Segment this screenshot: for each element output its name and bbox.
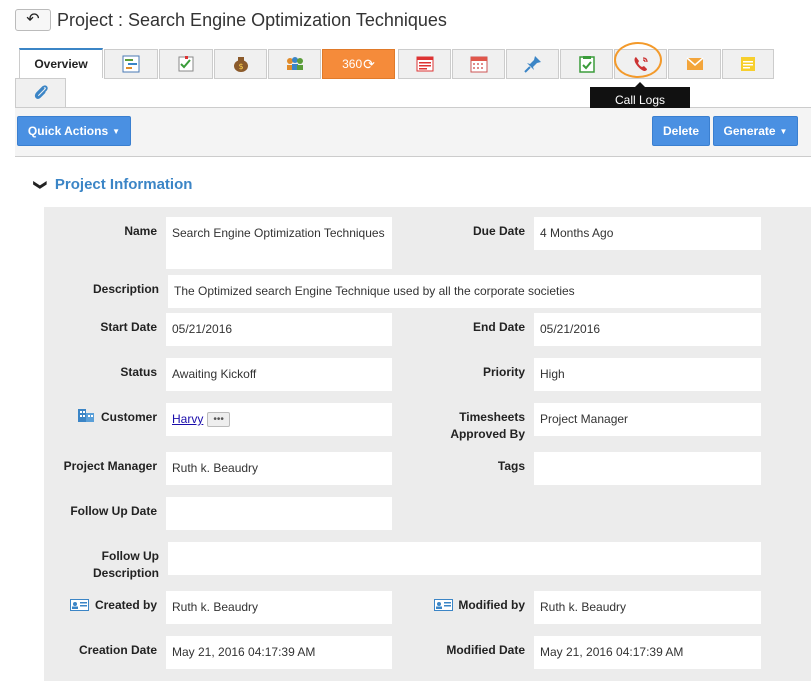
- tab-email[interactable]: [668, 49, 721, 79]
- follow-up-description-label: Follow Up Description: [92, 549, 159, 580]
- chevron-down-icon: ❯: [33, 179, 49, 190]
- tab-gantt[interactable]: [104, 49, 158, 79]
- follow-up-date-value: [166, 497, 392, 530]
- customer-value-box: Harvy •••: [166, 403, 392, 436]
- checklist-icon: [578, 56, 595, 73]
- attachment-icon: [34, 85, 48, 99]
- refresh-icon: ⟳: [363, 55, 375, 72]
- tab-360[interactable]: 360 ⟳: [322, 49, 395, 79]
- customer-label: Customer: [100, 410, 157, 424]
- money-bag-icon: $: [233, 57, 248, 72]
- modified-by-card-icon: [434, 598, 453, 616]
- timesheets-label: Timesheets Approved By: [450, 410, 525, 441]
- start-date-label: Start Date: [100, 320, 157, 334]
- tags-value: [534, 452, 761, 485]
- creation-date-value: May 21, 2016 04:17:39 AM: [166, 636, 392, 669]
- caret-down-icon: ▼: [779, 126, 788, 136]
- tab-calendar[interactable]: [452, 49, 505, 79]
- tasks-icon: [178, 56, 194, 72]
- follow-up-date-label: Follow Up Date: [70, 504, 157, 518]
- page-title: Project : Search Engine Optimization Tec…: [57, 10, 447, 30]
- end-date-value: 05/21/2016: [534, 313, 761, 346]
- arrow-left-icon: ↶: [26, 11, 40, 28]
- contacts-icon: [286, 57, 303, 70]
- start-date-value: 05/21/2016: [166, 313, 392, 346]
- generate-button[interactable]: Generate ▼: [713, 116, 798, 146]
- 360-label: 360: [342, 57, 363, 71]
- generate-label: Generate: [723, 124, 776, 138]
- section-title: Project Information: [54, 176, 193, 193]
- pin-icon: [523, 56, 541, 73]
- modified-date-value: May 21, 2016 04:17:39 AM: [534, 636, 761, 669]
- priority-label: Priority: [482, 365, 525, 379]
- tab-budget[interactable]: $: [214, 49, 267, 79]
- delete-button[interactable]: Delete: [652, 116, 710, 146]
- tab-pins[interactable]: [506, 49, 559, 79]
- back-button[interactable]: ↶: [15, 9, 51, 31]
- gantt-icon: [122, 55, 140, 73]
- customer-link[interactable]: Harvy: [172, 412, 203, 426]
- modified-by-value: Ruth k. Beaudry: [534, 591, 761, 624]
- call-logs-highlight: [614, 42, 662, 78]
- created-by-card-icon: [70, 598, 89, 616]
- customer-building-icon: [77, 406, 95, 427]
- project-manager-label: Project Manager: [63, 459, 157, 473]
- tab-overview[interactable]: Overview: [19, 48, 103, 78]
- due-date-label: Due Date: [472, 224, 525, 238]
- name-value: Search Engine Optimization Techniques: [166, 217, 392, 269]
- follow-up-description-value: [168, 542, 761, 575]
- caret-down-icon: ▼: [112, 126, 121, 136]
- quick-actions-button[interactable]: Quick Actions ▼: [17, 116, 131, 146]
- tags-label: Tags: [497, 459, 525, 473]
- project-manager-value: Ruth k. Beaudry: [166, 452, 392, 485]
- tab-notes-sticky[interactable]: [722, 49, 774, 79]
- notes-list-icon: [416, 56, 433, 72]
- svg-text:$: $: [238, 62, 243, 71]
- more-options-button[interactable]: •••: [207, 412, 230, 428]
- modified-date-label: Modified Date: [446, 643, 525, 657]
- creation-date-label: Creation Date: [78, 643, 157, 657]
- created-by-label: Created by: [94, 598, 157, 612]
- section-header[interactable]: ❯ Project Information: [33, 176, 193, 193]
- quick-actions-label: Quick Actions: [27, 124, 109, 138]
- calendar-icon: [470, 56, 487, 73]
- status-value: Awaiting Kickoff: [166, 358, 392, 391]
- status-label: Status: [120, 365, 157, 379]
- created-by-value: Ruth k. Beaudry: [166, 591, 392, 624]
- description-label: Description: [92, 282, 159, 296]
- due-date-value: 4 Months Ago: [534, 217, 761, 250]
- name-label: Name: [124, 224, 157, 238]
- description-value: The Optimized search Engine Technique us…: [168, 275, 761, 308]
- tab-checklist[interactable]: [560, 49, 613, 79]
- tab-attachments[interactable]: [15, 78, 66, 108]
- timesheets-value: Project Manager: [534, 403, 761, 436]
- tab-notes[interactable]: [398, 49, 451, 79]
- end-date-label: End Date: [472, 320, 525, 334]
- tab-tasks[interactable]: [159, 49, 213, 79]
- tab-contacts[interactable]: [268, 49, 321, 79]
- email-icon: [686, 57, 703, 70]
- priority-value: High: [534, 358, 761, 391]
- sticky-note-icon: [741, 57, 755, 71]
- modified-by-label: Modified by: [458, 598, 525, 612]
